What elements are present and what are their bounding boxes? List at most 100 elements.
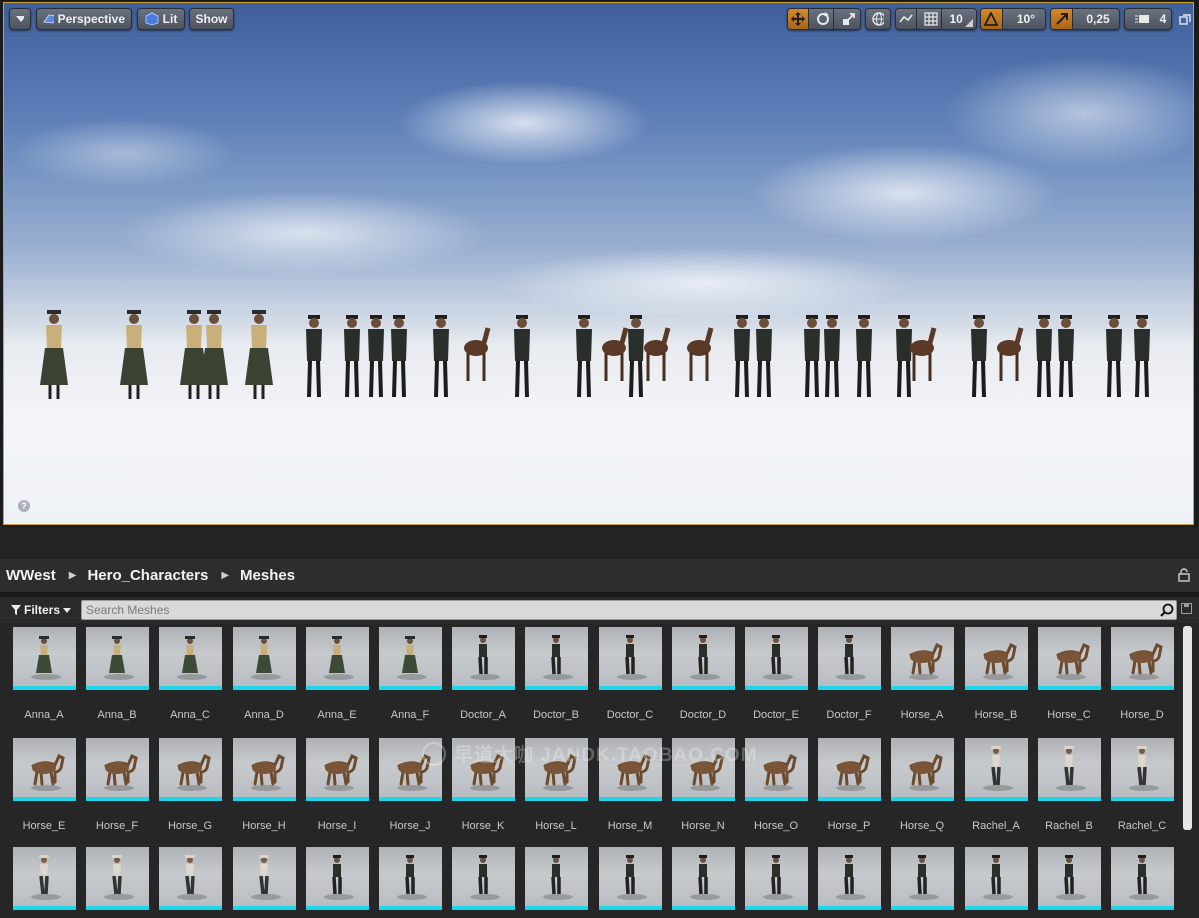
asset-thumbnail[interactable] [379,847,442,910]
move-arrows-icon [790,12,805,26]
man-figure [368,315,384,398]
perspective-button[interactable]: Perspective [36,8,132,30]
level-viewport[interactable]: Perspective Lit Show 10 10° 0,25 4 ? [3,2,1194,525]
translate-mode-button[interactable] [788,9,809,29]
man-figure [824,315,840,398]
asset-scrollbar-thumb[interactable] [1183,626,1192,830]
woman-mesh-icon [109,636,125,673]
surface-snap-button[interactable] [896,9,918,29]
chevron-right-icon[interactable]: ▶ [221,570,229,581]
asset-thumbnail[interactable] [1038,847,1101,910]
asset-thumbnail[interactable] [672,627,735,690]
grid-snap-value[interactable]: 10 [946,9,976,29]
rotate-mode-button[interactable] [813,9,835,29]
asset-name-label: Horse_N [681,820,725,832]
grid-snap-toggle[interactable] [921,9,943,29]
lock-icon[interactable] [1177,568,1191,582]
asset-thumbnail[interactable] [306,847,369,910]
woman-mesh-icon [36,636,52,673]
asset-name-label: Anna_B [97,709,137,721]
man-figure [1106,315,1122,398]
horse-figure [687,327,714,381]
asset-name-label: Doctor_B [533,709,579,721]
asset-thumbnail[interactable] [525,627,588,690]
asset-thumbnail[interactable] [233,738,296,801]
asset-thumbnail[interactable] [86,738,149,801]
asset-thumbnail[interactable] [233,627,296,690]
asset-thumbnail[interactable] [1111,738,1174,801]
help-icon[interactable]: ? [18,500,30,512]
asset-thumbnail[interactable] [1111,627,1174,690]
asset-name-label: Doctor_C [606,709,654,721]
asset-thumbnail[interactable] [965,738,1028,801]
scale-snap-value[interactable]: 0,25 [1077,9,1119,29]
asset-thumbnail[interactable] [13,627,76,690]
asset-thumbnail[interactable] [818,847,881,910]
search-icon[interactable] [1160,603,1174,617]
asset-thumbnail[interactable] [1038,627,1101,690]
scale-mode-button[interactable] [838,9,860,29]
man-mesh-icon [844,635,854,675]
asset-thumbnail[interactable] [599,627,662,690]
asset-thumbnail[interactable] [86,847,149,910]
asset-thumbnail[interactable] [891,847,954,910]
horse-figure [464,327,491,381]
world-local-toggle[interactable] [865,8,891,30]
asset-thumbnail[interactable] [159,847,222,910]
man-figure [433,315,449,398]
rotation-snap-toggle[interactable] [981,9,1003,29]
asset-thumbnail[interactable] [86,627,149,690]
rachel-mesh-icon [1137,746,1147,786]
scale-snap-toggle[interactable] [1051,9,1073,29]
asset-thumbnail[interactable] [306,738,369,801]
maximize-viewport-button[interactable] [1179,13,1191,25]
asset-thumbnail[interactable] [13,847,76,910]
man-mesh-icon [478,855,488,895]
asset-thumbnail[interactable] [745,627,808,690]
camera-speed-group[interactable]: 4 [1124,8,1172,30]
chevron-down-icon [63,607,72,613]
lit-button[interactable]: Lit [137,8,185,30]
filters-button[interactable]: Filters [11,600,77,620]
horse-mesh-icon [836,753,870,786]
asset-thumbnail[interactable] [159,627,222,690]
asset-thumbnail[interactable] [379,627,442,690]
asset-thumbnail[interactable] [1111,847,1174,910]
asset-thumbnail[interactable] [233,847,296,910]
rotation-snap-value[interactable]: 10° [1007,9,1045,29]
search-input[interactable] [86,601,1156,619]
show-button[interactable]: Show [189,8,234,30]
asset-thumbnail[interactable] [306,627,369,690]
asset-thumbnail[interactable] [1038,738,1101,801]
rachel-mesh-icon [39,855,49,895]
save-search-icon[interactable] [1181,603,1192,614]
asset-thumbnail[interactable] [452,627,515,690]
chevron-right-icon[interactable]: ▶ [69,570,77,581]
asset-name-label: Horse_O [753,820,799,832]
viewport-options-button[interactable] [9,8,31,30]
asset-thumbnail[interactable] [891,738,954,801]
man-mesh-icon [698,635,708,675]
asset-thumbnail[interactable] [13,738,76,801]
man-mesh-icon [917,855,927,895]
asset-thumbnail[interactable] [599,847,662,910]
watermark-text: 早道大咖 JANDK.TAOBAO.COM [454,745,758,766]
asset-thumbnail[interactable] [452,847,515,910]
asset-thumbnail[interactable] [672,847,735,910]
woman-figure [120,310,148,399]
watermark: 早道大咖 JANDK.TAOBAO.COM [422,740,758,767]
breadcrumb-item-hero-characters[interactable]: Hero_Characters [87,567,208,584]
breadcrumb-item-wwest[interactable]: WWest [6,567,56,584]
lit-label: Lit [162,12,178,26]
asset-thumbnail[interactable] [891,627,954,690]
asset-thumbnail[interactable] [745,847,808,910]
horse-mesh-icon [324,753,358,786]
asset-thumbnail[interactable] [159,738,222,801]
asset-thumbnail[interactable] [818,738,881,801]
asset-thumbnail[interactable] [818,627,881,690]
breadcrumb-item-meshes[interactable]: Meshes [240,567,295,584]
asset-thumbnail[interactable] [965,627,1028,690]
man-mesh-icon [405,855,415,895]
asset-thumbnail[interactable] [965,847,1028,910]
asset-thumbnail[interactable] [525,847,588,910]
